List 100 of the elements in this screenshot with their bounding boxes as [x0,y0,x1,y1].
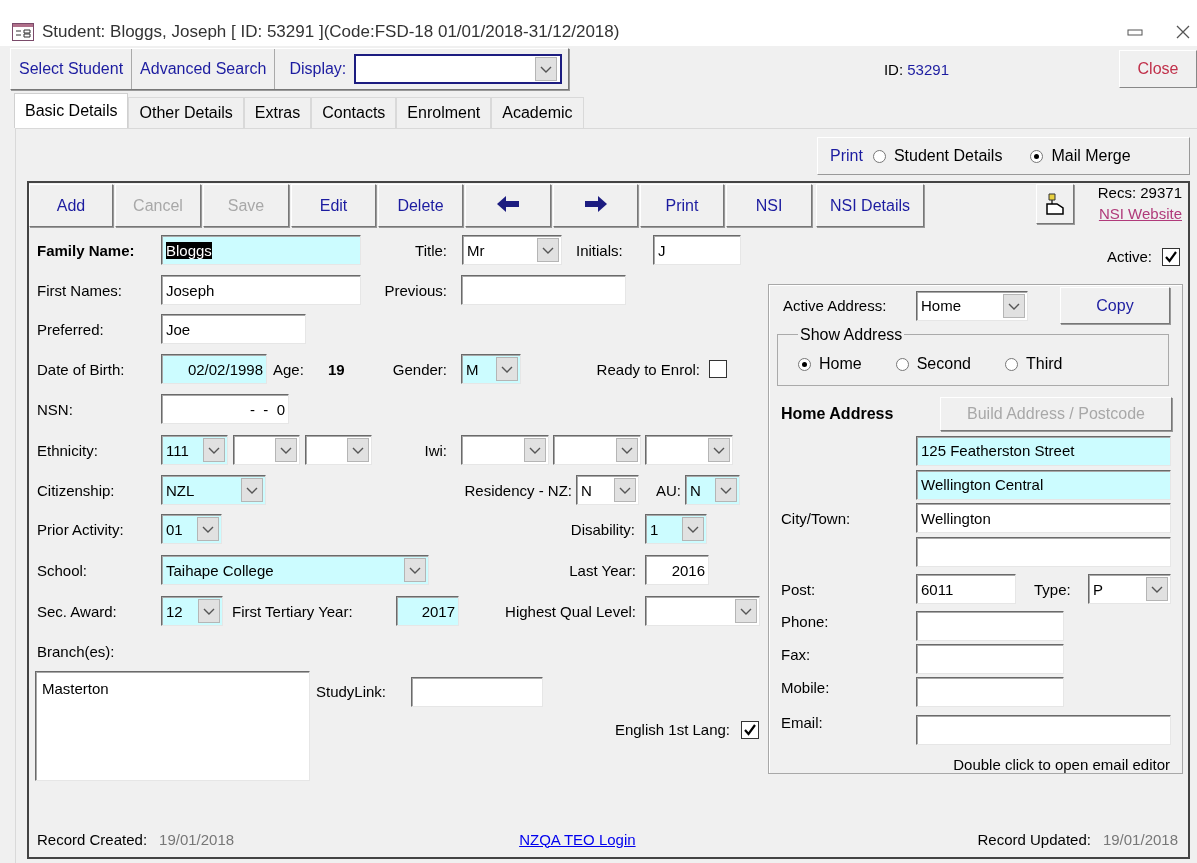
tab[interactable]: Contacts [311,97,397,128]
radio-button[interactable] [1030,149,1044,163]
record-updated-date: 19/01/2018 [1102,830,1178,848]
chevron-down-icon[interactable] [535,57,558,81]
field-label: Last Year: [568,561,636,579]
dropdown[interactable]: 1 [645,514,707,544]
field-label: Email: [781,714,824,732]
text-field[interactable] [916,676,1064,707]
radio-label[interactable]: Third [1025,355,1063,374]
close-button[interactable]: Close [1119,50,1197,88]
text-field[interactable]: 02/02/1998 [161,354,267,384]
text-field[interactable] [411,677,543,707]
checkbox[interactable] [1162,247,1180,266]
text-field[interactable]: 2016 [645,555,709,585]
copy-button[interactable]: Copy [1060,287,1170,325]
display-label: Display: [289,60,347,78]
nzqa-login-link[interactable]: NZQA TEO Login [519,830,636,848]
text-field[interactable]: - - 0 [161,394,289,424]
list-item[interactable]: Masterton [42,680,109,697]
radio-label[interactable]: Home [819,355,862,374]
text-field[interactable] [461,275,626,305]
list-box[interactable]: Masterton [35,671,310,781]
dropdown[interactable]: 111 [161,435,228,465]
text-field[interactable] [916,643,1064,674]
text-field[interactable]: 6011 [916,574,1016,605]
dropdown[interactable] [553,435,641,465]
field-label: Ready to Enrol: [595,360,700,378]
toolbar-button[interactable]: Add [29,184,113,227]
email-hint: Double click to open email editor [953,755,1170,773]
dropdown[interactable] [233,435,300,465]
dropdown[interactable]: 01 [161,514,222,544]
dropdown[interactable]: 12 [161,596,223,626]
text-field[interactable]: J [653,235,741,265]
radio-label[interactable]: Second [916,355,971,374]
toolbar-button[interactable]: Edit [291,184,376,227]
record-created-date: 19/01/2018 [159,830,235,848]
dropdown[interactable] [305,435,372,465]
text-field[interactable]: Wellington Central [916,469,1171,500]
text-field[interactable]: 125 Featherston Street [916,435,1171,466]
radio-button[interactable] [895,357,909,371]
email-field[interactable] [916,715,1171,745]
field-label: Iwi: [423,441,447,459]
text-field[interactable]: Joseph [161,275,361,305]
close-icon[interactable] [1175,24,1191,40]
field-label: Fax: [781,646,812,664]
dropdown[interactable]: Mr [462,235,562,265]
radio-label[interactable]: Student Details [893,147,1003,165]
print-label: Print [830,147,863,165]
field-label: Phone: [781,613,830,631]
nsi-website-link[interactable]: NSI Website [1098,205,1182,222]
chevron-down-icon[interactable] [1146,577,1168,602]
tab[interactable]: Academic [491,97,584,128]
checkbox[interactable] [709,360,727,378]
dropdown[interactable]: P [1088,574,1171,605]
dropdown[interactable]: M [461,354,521,384]
field-label: City/Town: [781,510,852,527]
text-field[interactable]: Wellington [916,503,1171,534]
record-count: Recs: 29371 [1097,184,1182,201]
tab[interactable]: Other Details [128,97,244,128]
chevron-down-icon[interactable] [1003,293,1025,318]
display-dropdown[interactable] [354,54,563,84]
toolbar-button[interactable]: Print [640,184,724,227]
radio-label[interactable]: Mail Merge [1051,147,1131,165]
dropdown[interactable] [645,435,733,465]
active-label: Active: [1107,248,1152,265]
dropdown[interactable]: Home [916,290,1028,321]
dropdown[interactable] [645,596,760,626]
dropdown[interactable]: NZL [161,475,266,505]
field-label: Gender: [391,360,447,378]
field-label: Post: [781,580,817,598]
nav-button[interactable] [553,184,638,227]
field-label: NSN: [37,400,74,418]
dropdown[interactable]: Taihape College [161,555,429,585]
dropdown[interactable] [461,435,549,465]
text-field[interactable]: Joe [161,314,306,344]
record-updated-label: Record Updated: [977,830,1091,848]
text-field[interactable] [916,537,1171,568]
toolbar-button[interactable]: Delete [378,184,463,227]
radio-button[interactable] [872,149,886,163]
checkbox[interactable] [741,721,759,739]
field-label: Mobile: [781,679,831,697]
dropdown[interactable]: N [576,475,639,505]
tab[interactable]: Extras [243,97,312,128]
minimize-icon[interactable] [1127,27,1143,37]
tab[interactable]: Basic Details [14,93,129,128]
text-field[interactable]: Bloggs [161,235,361,265]
arrow-left-icon [496,194,520,213]
toolbar-button[interactable]: NSI [726,184,812,227]
field-label: Disability: [569,520,635,538]
text-field[interactable]: 2017 [396,596,459,626]
text-field[interactable] [916,610,1064,641]
field-label: Residency - NZ: [463,481,572,499]
form-icon [12,23,34,41]
dropdown[interactable]: N [685,475,740,505]
toolbar-button[interactable]: NSI Details [816,184,924,227]
radio-button[interactable] [1004,357,1018,371]
tab[interactable]: Enrolment [396,97,492,128]
nav-button[interactable] [465,184,551,227]
pin-button[interactable] [1035,184,1074,224]
radio-button[interactable] [798,357,811,371]
